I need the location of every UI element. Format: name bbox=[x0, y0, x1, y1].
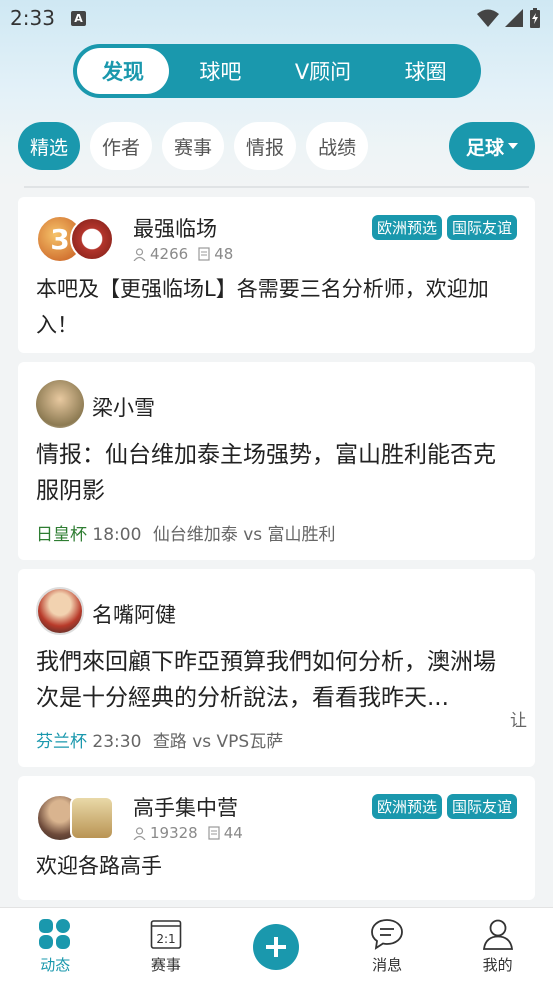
status-bar: 2:33 A bbox=[0, 0, 553, 38]
nav-profile[interactable]: 我的 bbox=[442, 908, 553, 984]
tag[interactable]: 国际友谊 bbox=[446, 215, 517, 240]
user-icon bbox=[133, 826, 146, 840]
sport-dropdown[interactable]: 足球 bbox=[449, 122, 535, 170]
match-info[interactable]: 日皇杯 18:00 仙台维加泰 vs 富山胜利 bbox=[36, 520, 336, 545]
tab-circle[interactable]: 球圈 bbox=[374, 48, 477, 94]
nav-matches[interactable]: 2:1 赛事 bbox=[111, 908, 222, 984]
sport-dropdown-label: 足球 bbox=[465, 136, 504, 159]
post-count: 48 bbox=[214, 245, 234, 263]
tag-list: 欧洲预选 国际友谊 bbox=[371, 794, 517, 819]
match-time: 18:00 bbox=[92, 525, 142, 545]
post-content: 本吧及【更强临场L】各需要三名分析师，欢迎加入！ bbox=[36, 277, 489, 337]
nav-feed[interactable]: 动态 bbox=[0, 908, 111, 984]
tag[interactable]: 欧洲预选 bbox=[371, 215, 442, 240]
scoreboard-icon-text: 2:1 bbox=[156, 932, 175, 946]
author-name[interactable]: 名嘴阿健 bbox=[92, 599, 176, 629]
tab-discover[interactable]: 发现 bbox=[77, 48, 169, 94]
status-time: 2:33 bbox=[10, 6, 55, 30]
avatar-group: 3 bbox=[36, 215, 114, 263]
avatar bbox=[36, 587, 84, 635]
member-count: 19328 bbox=[150, 824, 198, 842]
nav-label: 我的 bbox=[482, 956, 513, 974]
post-count: 44 bbox=[223, 824, 243, 842]
divider bbox=[24, 186, 529, 188]
tab-v-advisor[interactable]: V顾问 bbox=[272, 48, 375, 94]
user-icon bbox=[133, 247, 146, 261]
filter-record[interactable]: 战绩 bbox=[306, 122, 369, 170]
post-content: 情报：仙台维加泰主场强势，富山胜利能否克服阴影 bbox=[36, 442, 496, 504]
post-content: 欢迎各路高手 bbox=[36, 854, 162, 878]
nav-create[interactable] bbox=[221, 908, 332, 984]
wifi-icon bbox=[477, 9, 499, 27]
post-card[interactable]: 高手集中营 19328 44 欧洲预选 国际友谊 欢迎各路高手 bbox=[18, 776, 535, 900]
filter-intel[interactable]: 情报 bbox=[234, 122, 297, 170]
grid-icon bbox=[39, 919, 71, 949]
handicap-label: 让 bbox=[510, 711, 527, 731]
avatar bbox=[70, 796, 114, 840]
notification-a-icon: A bbox=[71, 11, 86, 26]
person-icon bbox=[482, 919, 513, 950]
post-card[interactable]: 名嘴阿健 我們來回顧下昨亞預算我們如何分析，澳洲場次是十分經典的分析說法，看看我… bbox=[18, 569, 535, 767]
author-name[interactable]: 梁小雪 bbox=[92, 392, 155, 422]
league-name: 芬兰杯 bbox=[36, 732, 87, 752]
match-teams: 查路 vs VPS瓦萨 bbox=[152, 732, 284, 752]
document-icon bbox=[198, 247, 210, 261]
scoreboard-icon: 2:1 bbox=[150, 920, 182, 949]
nav-label: 赛事 bbox=[150, 956, 181, 974]
nav-label: 消息 bbox=[372, 956, 403, 974]
forum-title[interactable]: 高手集中营 bbox=[133, 792, 238, 822]
tag-list: 欧洲预选 国际友谊 bbox=[371, 215, 517, 240]
nav-messages[interactable]: 消息 bbox=[332, 908, 443, 984]
filter-events[interactable]: 赛事 bbox=[162, 122, 225, 170]
chat-bubble-icon bbox=[371, 919, 403, 950]
tag[interactable]: 欧洲预选 bbox=[371, 794, 442, 819]
post-card[interactable]: 梁小雪 情报：仙台维加泰主场强势，富山胜利能否克服阴影 日皇杯 18:00 仙台… bbox=[18, 362, 535, 560]
match-teams: 仙台维加泰 vs 富山胜利 bbox=[152, 525, 336, 545]
league-name: 日皇杯 bbox=[36, 525, 87, 545]
status-icons bbox=[477, 8, 541, 28]
tag[interactable]: 国际友谊 bbox=[446, 794, 517, 819]
member-count: 4266 bbox=[150, 245, 189, 263]
avatar bbox=[36, 380, 84, 428]
filter-authors[interactable]: 作者 bbox=[90, 122, 153, 170]
filter-chips: 精选 作者 赛事 情报 战绩 bbox=[18, 122, 369, 170]
document-icon bbox=[208, 826, 220, 840]
signal-icon bbox=[505, 9, 523, 27]
forum-title[interactable]: 最强临场 bbox=[133, 213, 217, 243]
match-time: 23:30 bbox=[92, 732, 142, 752]
nav-label: 动态 bbox=[40, 956, 71, 974]
tab-forum[interactable]: 球吧 bbox=[169, 48, 272, 94]
filter-featured[interactable]: 精选 bbox=[18, 122, 81, 170]
battery-icon bbox=[530, 8, 540, 28]
bottom-nav: 动态 2:1 赛事 消息 我的 bbox=[0, 907, 553, 984]
forum-stats: 19328 44 bbox=[133, 824, 243, 842]
create-post-button[interactable] bbox=[253, 924, 300, 970]
avatar-group bbox=[36, 794, 114, 842]
post-content: 我們來回顧下昨亞預算我們如何分析，澳洲場次是十分經典的分析說法，看看我昨天... bbox=[36, 649, 496, 711]
forum-stats: 4266 48 bbox=[133, 245, 233, 263]
top-tab-bar: 发现 球吧 V顾问 球圈 bbox=[73, 44, 481, 98]
post-card[interactable]: 3 最强临场 4266 48 欧洲预选 国际友谊 本吧及【更强临场L】各需要三名… bbox=[18, 197, 535, 353]
caret-down-icon bbox=[508, 143, 518, 149]
plus-icon bbox=[266, 937, 287, 957]
avatar bbox=[70, 217, 114, 261]
match-info[interactable]: 芬兰杯 23:30 查路 vs VPS瓦萨 bbox=[36, 727, 283, 752]
